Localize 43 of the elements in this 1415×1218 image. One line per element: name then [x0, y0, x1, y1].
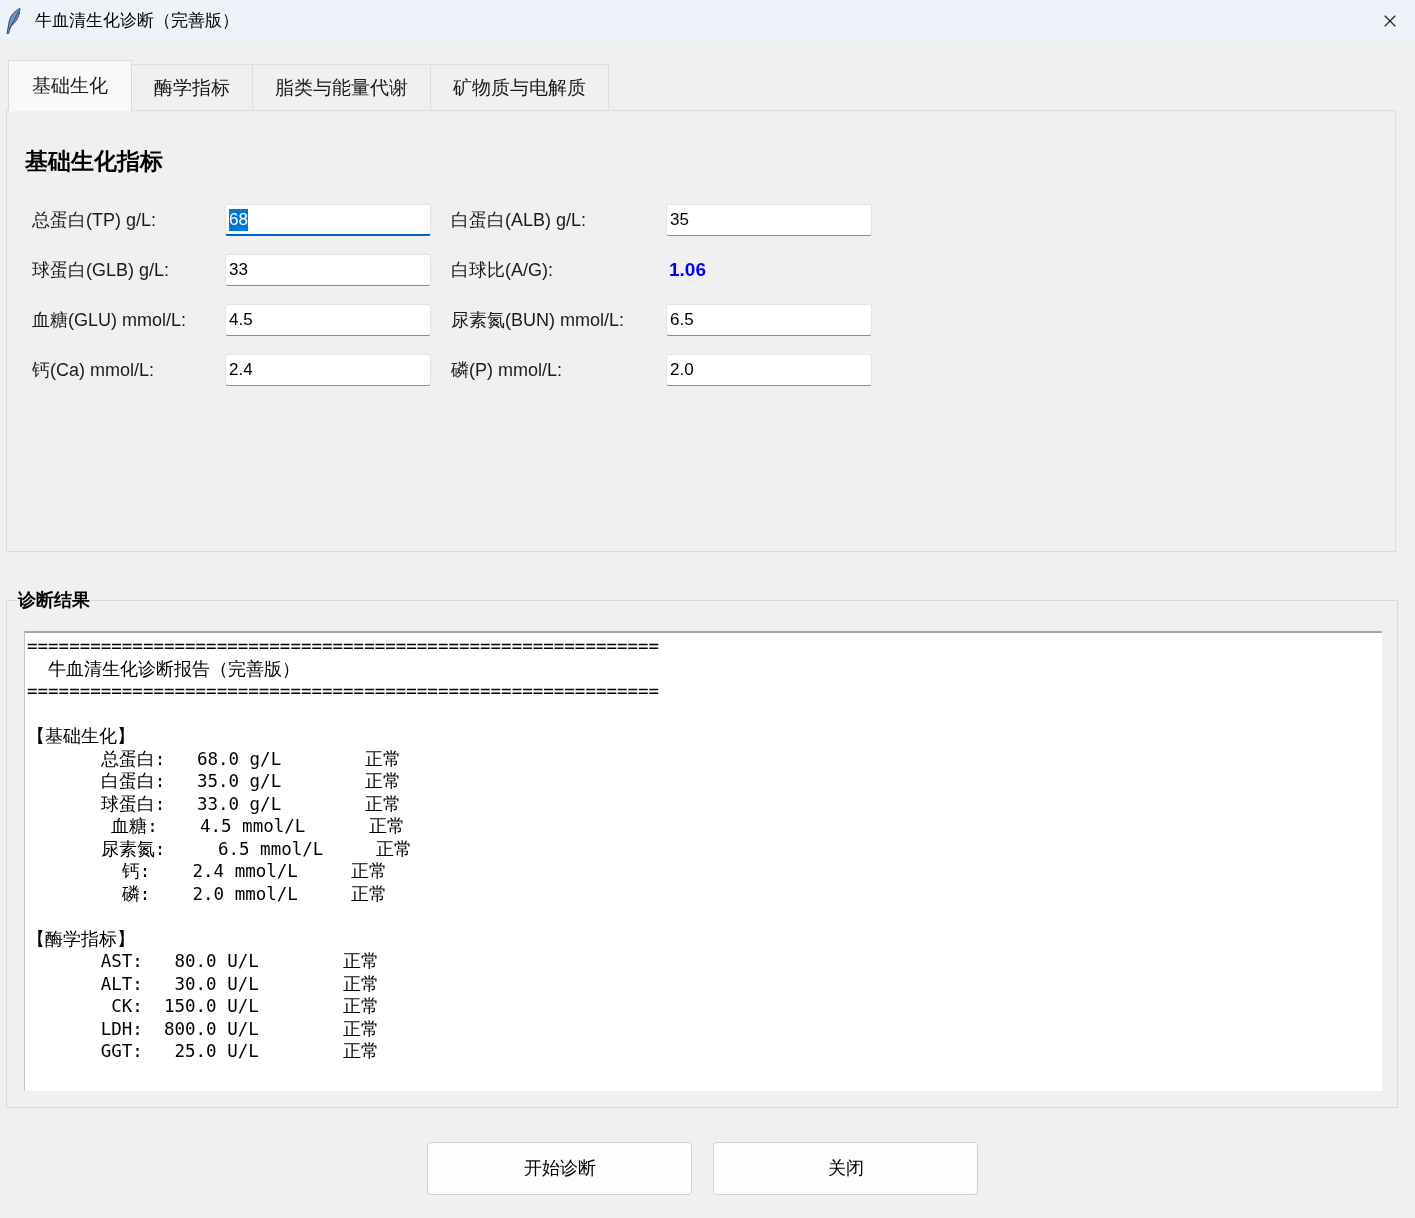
text-field[interactable]: 6.5 [666, 304, 872, 336]
feather-icon [6, 8, 21, 34]
report-line: AST: 80.0 U/L 正常 [99, 950, 380, 973]
report-heading: 【酶学指标】 [27, 927, 135, 950]
field-label: 白蛋白(ALB) g/L: [451, 208, 587, 232]
report-line: 总蛋白: 68.0 g/L 正常 [99, 747, 402, 770]
report-line: CK: 150.0 U/L 正常 [110, 995, 380, 1018]
text-field[interactable]: 2.4 [225, 354, 431, 386]
field-label: 白球比(A/G): [451, 258, 553, 282]
report-line: 尿素氮: 6.5 mmol/L 正常 [99, 837, 412, 860]
field-label: 钙(Ca) mmol/L: [32, 358, 154, 382]
action-button[interactable]: 关闭 [713, 1142, 978, 1195]
text-field[interactable]: 35 [666, 204, 872, 236]
report-line: 钙: 2.4 mmol/L 正常 [120, 860, 387, 883]
text-field[interactable]: 4.5 [225, 304, 431, 336]
tab[interactable]: 脂类与能量代谢 [253, 64, 431, 110]
report-heading: 【基础生化】 [27, 725, 135, 748]
text-field[interactable]: 33 [225, 254, 431, 286]
field-label: 球蛋白(GLB) g/L: [32, 258, 170, 282]
window-title: 牛血清生化诊断（完善版） [35, 10, 239, 33]
field-label: 尿素氮(BUN) mmol/L: [451, 308, 624, 332]
action-button[interactable]: 开始诊断 [427, 1142, 692, 1195]
field-label: 磷(P) mmol/L: [451, 358, 562, 382]
report-line: ALT: 30.0 U/L 正常 [99, 972, 380, 995]
tab[interactable]: 酶学指标 [132, 64, 253, 110]
tab[interactable]: 基础生化 [8, 60, 132, 111]
group-title: 诊断结果 [17, 589, 91, 612]
report-rule: ============================================================ [27, 680, 660, 703]
section-heading: 基础生化指标 [25, 147, 163, 176]
report-line: GGT: 25.0 U/L 正常 [99, 1040, 380, 1063]
report-line: LDH: 800.0 U/L 正常 [99, 1017, 380, 1040]
report-rule: ============================================================ [27, 635, 660, 658]
text-field[interactable]: 2.0 [666, 354, 872, 386]
report-line: 球蛋白: 33.0 g/L 正常 [99, 792, 402, 815]
field-label: 血糖(GLU) mmol/L: [32, 308, 186, 332]
report-line: 白蛋白: 35.0 g/L 正常 [99, 770, 402, 793]
field-label: 总蛋白(TP) g/L: [32, 208, 156, 232]
ratio-value: 1.06 [669, 257, 706, 282]
report-title: 牛血清生化诊断报告（完善版） [47, 657, 301, 680]
report-line: 血糖: 4.5 mmol/L 正常 [110, 815, 405, 838]
report-line: 磷: 2.0 mmol/L 正常 [120, 882, 387, 905]
text-field[interactable]: 68 [225, 204, 431, 236]
tab[interactable]: 矿物质与电解质 [431, 64, 609, 110]
